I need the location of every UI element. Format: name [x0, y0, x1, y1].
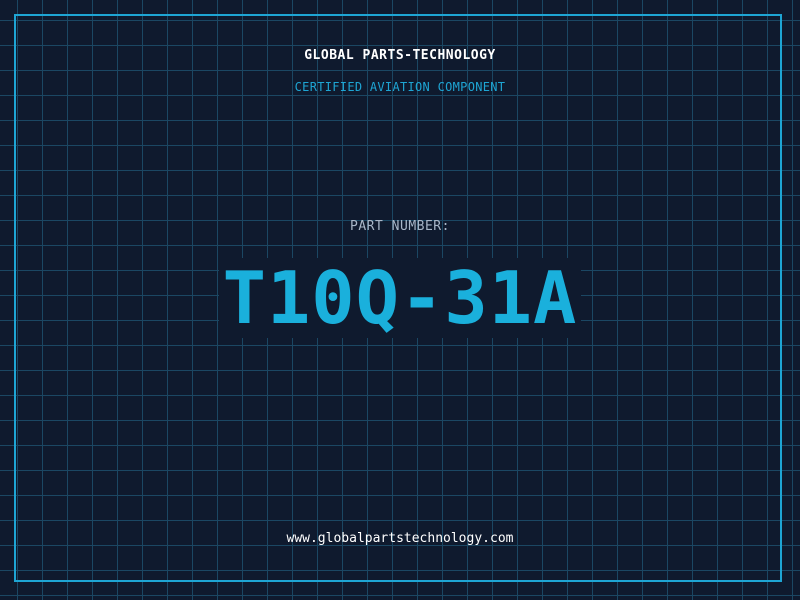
website-url: www.globalpartstechnology.com: [286, 531, 514, 546]
company-tagline: CERTIFIED AVIATION COMPONENT: [294, 80, 506, 94]
part-number: T10Q-31A: [218, 258, 582, 338]
part-number-container: T10Q-31A: [0, 258, 800, 338]
company-name: GLOBAL PARTS-TECHNOLOGY: [304, 48, 496, 63]
part-number-label: PART NUMBER:: [350, 219, 450, 234]
